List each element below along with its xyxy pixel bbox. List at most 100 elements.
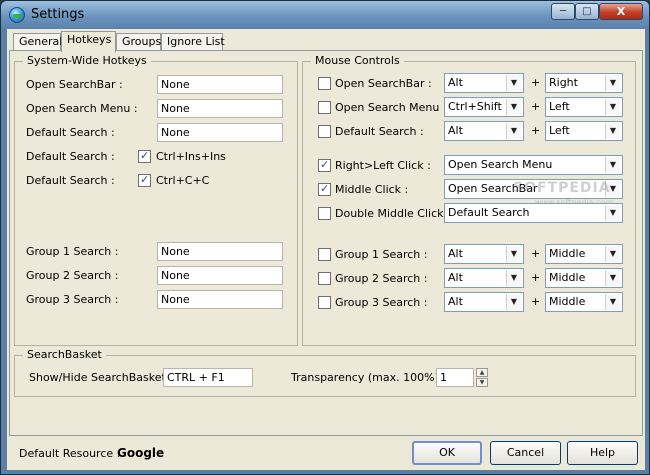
help-button[interactable]: Help [567, 441, 638, 465]
mouse-group1-checkbox[interactable] [318, 248, 331, 261]
window-title: Settings [31, 7, 85, 22]
minimize-button[interactable]: ─ [551, 3, 575, 20]
default-search-hotkey-field[interactable]: None [157, 123, 283, 142]
selected-value: Left [549, 100, 570, 113]
default-search-ins-label: Default Search : [26, 150, 115, 163]
default-resource-value[interactable]: Google [117, 446, 164, 460]
mouse-open-search-menu-checkbox[interactable] [318, 101, 331, 114]
mouse-open-searchbar-checkbox[interactable] [318, 77, 331, 90]
selected-value: Right [549, 76, 578, 89]
group3-search-label: Group 3 Search : [26, 293, 119, 306]
mouse-default-search-button-select[interactable]: Left ▼ [545, 121, 623, 141]
mouse-group3-checkbox[interactable] [318, 296, 331, 309]
chevron-down-icon: ▼ [506, 294, 521, 310]
open-search-menu-hotkey-field[interactable]: None [157, 99, 283, 118]
system-wide-hotkeys-group: System-Wide Hotkeys Open SearchBar : Non… [14, 54, 298, 346]
selected-value: Middle [549, 271, 586, 284]
middle-click-checkbox[interactable] [318, 182, 331, 196]
chevron-down-icon: ▼ [506, 246, 521, 262]
title-bar[interactable]: Settings ─ □ X [1, 1, 649, 29]
group2-hotkey-field[interactable]: None [157, 266, 283, 285]
mouse-group3-label: Group 3 Search : [335, 296, 428, 309]
transparency-label: Transparency (max. 100%) : [291, 371, 447, 384]
cancel-button[interactable]: Cancel [490, 441, 561, 465]
group-title: Mouse Controls [311, 54, 404, 67]
app-globe-icon [9, 7, 25, 23]
mouse-group2-checkbox[interactable] [318, 272, 331, 285]
plus-sign: + [531, 100, 541, 113]
mouse-default-search-checkbox[interactable] [318, 125, 331, 138]
mouse-open-search-menu-button-select[interactable]: Left ▼ [545, 97, 623, 117]
spin-down-icon[interactable]: ▼ [476, 378, 488, 387]
mouse-group2-label: Group 2 Search : [335, 272, 428, 285]
transparency-input[interactable]: 1 [436, 368, 474, 387]
double-middle-click-label: Double Middle Click : [335, 207, 451, 220]
searchbasket-group: SearchBasket Show/Hide SearchBasket : CT… [14, 348, 636, 397]
default-search-cc-label: Default Search : [26, 174, 115, 187]
selected-value: Open Search Menu [448, 158, 553, 171]
open-searchbar-label: Open SearchBar : [26, 78, 123, 91]
group2-search-label: Group 2 Search : [26, 269, 119, 282]
chevron-down-icon: ▼ [605, 157, 620, 173]
group3-hotkey-field[interactable]: None [157, 290, 283, 309]
ctrl-ins-ins-checkbox[interactable] [138, 149, 151, 163]
right-left-click-label: Right>Left Click : [335, 159, 431, 172]
selected-value: Alt [448, 295, 463, 308]
chevron-down-icon: ▼ [605, 205, 620, 221]
mouse-group3-modifier-select[interactable]: Alt ▼ [444, 292, 524, 312]
double-middle-click-checkbox[interactable] [318, 207, 331, 220]
right-left-click-action-select[interactable]: Open Search Menu ▼ [444, 155, 623, 175]
chevron-down-icon: ▼ [605, 270, 620, 286]
chevron-down-icon: ▼ [605, 99, 620, 115]
default-search-label: Default Search : [26, 126, 115, 139]
group-title: System-Wide Hotkeys [23, 54, 151, 67]
tab-ignore-list[interactable]: Ignore List [161, 33, 225, 51]
plus-sign: + [531, 295, 541, 308]
close-button[interactable]: X [599, 3, 643, 20]
watermark-text: SOFTPEDIA [513, 180, 611, 196]
default-resource-label: Default Resource : [19, 447, 121, 460]
chevron-down-icon: ▼ [605, 294, 620, 310]
selected-value: Alt [448, 124, 463, 137]
selected-value: Alt [448, 271, 463, 284]
right-left-click-checkbox[interactable] [318, 158, 331, 172]
chevron-down-icon: ▼ [605, 75, 620, 91]
mouse-open-searchbar-button-select[interactable]: Right ▼ [545, 73, 623, 93]
tab-general[interactable]: General [13, 33, 62, 51]
open-searchbar-hotkey-field[interactable]: None [157, 75, 283, 94]
selected-value: Left [549, 124, 570, 137]
mouse-group2-button-select[interactable]: Middle ▼ [545, 268, 623, 288]
ok-button[interactable]: OK [412, 441, 482, 465]
show-hide-searchbasket-label: Show/Hide SearchBasket : [29, 371, 174, 384]
mouse-open-searchbar-modifier-select[interactable]: Alt ▼ [444, 73, 524, 93]
mouse-group1-modifier-select[interactable]: Alt ▼ [444, 244, 524, 264]
mouse-default-search-modifier-select[interactable]: Alt ▼ [444, 121, 524, 141]
mouse-open-search-menu-label: Open Search Menu : [335, 101, 447, 114]
spin-up-icon[interactable]: ▲ [476, 368, 488, 377]
selected-value: Middle [549, 247, 586, 260]
mouse-controls-group: Mouse Controls Open SearchBar : Alt ▼ + R… [302, 54, 636, 346]
settings-window: Settings ─ □ X General Hotkeys Groups Ig… [0, 0, 650, 475]
double-middle-click-action-select[interactable]: Default Search ▼ [444, 203, 623, 223]
maximize-button[interactable]: □ [575, 3, 599, 20]
mouse-group2-modifier-select[interactable]: Alt ▼ [444, 268, 524, 288]
tab-hotkeys[interactable]: Hotkeys [61, 31, 116, 52]
hotkeys-panel: System-Wide Hotkeys Open SearchBar : Non… [9, 50, 643, 436]
group1-hotkey-field[interactable]: None [157, 242, 283, 261]
selected-value: Ctrl+Shift [448, 100, 502, 113]
show-hide-searchbasket-hotkey-field[interactable]: CTRL + F1 [163, 368, 253, 387]
mouse-group1-button-select[interactable]: Middle ▼ [545, 244, 623, 264]
mouse-group3-button-select[interactable]: Middle ▼ [545, 292, 623, 312]
middle-click-label: Middle Click : [335, 183, 409, 196]
mouse-open-search-menu-modifier-select[interactable]: Ctrl+Shift ▼ [444, 97, 524, 117]
plus-sign: + [531, 271, 541, 284]
mouse-open-searchbar-label: Open SearchBar : [335, 77, 432, 90]
chevron-down-icon: ▼ [605, 123, 620, 139]
chevron-down-icon: ▼ [506, 99, 521, 115]
ctrl-c-c-checkbox[interactable] [138, 173, 151, 187]
tab-groups[interactable]: Groups [116, 33, 161, 51]
group-title: SearchBasket [23, 348, 106, 361]
plus-sign: + [531, 247, 541, 260]
ctrl-ins-ins-label: Ctrl+Ins+Ins [156, 150, 226, 163]
open-search-menu-label: Open Search Menu : [26, 102, 138, 115]
